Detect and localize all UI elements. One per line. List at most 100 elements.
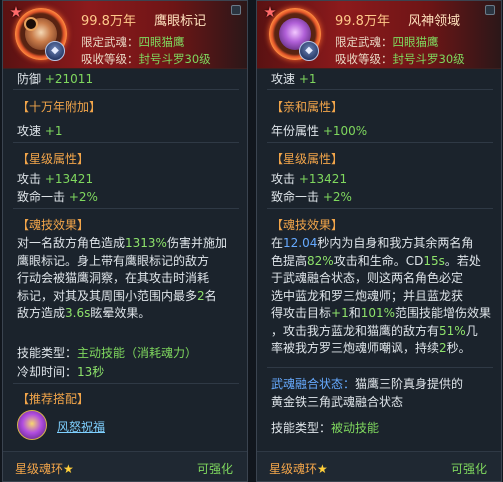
defense-value: +21011: [44, 72, 94, 86]
effect-line: 率被我方罗三炮魂师嘲讽，持续2秒。: [271, 341, 471, 355]
soul-ring-age: 99.8万年: [81, 14, 136, 29]
fusion-row: 武魂融合状态：猫鹰三阶真身提供的: [271, 375, 463, 392]
effect-line: 于武魂融合状态，则这两名角色必定: [271, 271, 464, 285]
skill-type-value: 主动技能（消耗魂力）: [77, 346, 198, 360]
section-title-recommend: 【推荐搭配】: [17, 392, 90, 406]
fusion-row-2: 黄金铁三角武魂融合状态: [271, 393, 403, 410]
star-badge-icon: ★: [9, 3, 23, 21]
skill-name: 鹰眼标记: [154, 14, 207, 29]
crit-row: 致命一击 +2%: [17, 188, 98, 205]
effect-line: 鹰眼标记。身上带有鹰眼标记的敌方: [17, 253, 210, 268]
attack-row: 攻击 +13421: [271, 170, 347, 187]
section-title-100k: 【十万年附加】: [17, 100, 102, 114]
year-attr-row: 年份属性 +100%: [271, 122, 367, 139]
divider: [267, 208, 493, 209]
absorb-label: 吸收等级：: [335, 52, 393, 66]
skill-type-row: 技能类型：主动技能（消耗魂力）: [17, 344, 197, 361]
enhance-button[interactable]: 可强化: [451, 460, 487, 477]
speed-label: 攻速: [271, 72, 296, 86]
crit-label: 致命一击: [271, 190, 320, 204]
card-footer: 星级魂环★ 可强化: [257, 451, 501, 481]
effect-line: 得攻击目标+1和101%范围技能增伤效果: [271, 306, 492, 320]
effect-line: 色提高82%攻击和生命。CD15s。若处: [271, 253, 481, 268]
attack-speed-value: +1: [44, 124, 63, 138]
fusion-text-2: 黄金铁三角武魂融合状态: [271, 395, 404, 409]
attack-label: 攻击: [17, 172, 42, 186]
cooldown-label: 冷却时间：: [17, 365, 78, 379]
star-ring-label: 星级魂环★: [269, 462, 328, 476]
divider: [267, 142, 493, 143]
support-link-row[interactable]: 风怒祝福: [57, 418, 105, 435]
attack-speed-label: 攻速: [17, 124, 42, 138]
limit-label: 限定武魂：: [81, 35, 139, 49]
section-title-effect: 【魂技效果】: [17, 218, 90, 232]
section-title-affinity: 【亲和属性】: [271, 100, 344, 114]
speed-row: 攻速 +1: [271, 70, 317, 87]
fusion-label: 武魂融合状态：: [271, 377, 356, 391]
wind-blessing-icon[interactable]: [17, 410, 47, 440]
absorb-row: 吸收等级：封号斗罗30级: [81, 51, 211, 67]
support-link[interactable]: 风怒祝福: [57, 420, 105, 434]
soul-ring-age: 99.8万年: [335, 14, 390, 29]
crit-label: 致命一击: [17, 190, 66, 204]
section-title-effect: 【魂技效果】: [271, 218, 344, 232]
divider: [13, 383, 239, 384]
divider: [13, 208, 239, 209]
skill-type-value: 被动技能: [331, 421, 380, 435]
effect-text: 对一名敌方角色造成1313%伤害并施加 鹰眼标记。身上带有鹰眼标记的敌方 行动会…: [17, 235, 239, 323]
card-header: ★ ◆ 99.8万年 鹰眼标记 限定武魂：四眼猫鹰 吸收等级：封号斗罗30级: [3, 1, 247, 69]
limit-value: 四眼猫鹰: [392, 35, 439, 49]
year-attr-value: +100%: [322, 124, 368, 138]
cooldown-row: 冷却时间：13秒: [17, 363, 104, 380]
card-title: 99.8万年 鹰眼标记: [81, 10, 206, 29]
attack-label: 攻击: [271, 172, 296, 186]
crit-value: +2%: [322, 190, 352, 204]
star-icon: ★: [317, 462, 328, 476]
effect-line: 行动会被猫鹰洞察，在其攻击时消耗: [17, 271, 210, 285]
skill-type-label: 技能类型：: [17, 346, 78, 360]
attack-value: +13421: [44, 172, 94, 186]
soul-ring-card-wind-domain: ★ ◆ 99.8万年 风神领域 限定武魂：四眼猫鹰 吸收等级：封号斗罗30级 攻…: [256, 0, 502, 482]
attack-value: +13421: [298, 172, 348, 186]
star-icon: ★: [63, 462, 74, 476]
section-title-star: 【星级属性】: [17, 152, 90, 166]
divider: [267, 89, 493, 90]
absorb-row: 吸收等级：封号斗罗30级: [335, 51, 465, 67]
owl-badge-icon: ◆: [299, 41, 319, 61]
divider: [267, 367, 493, 368]
crit-value: +2%: [68, 190, 98, 204]
divider: [13, 142, 239, 143]
absorb-value: 封号斗罗30级: [138, 52, 211, 66]
limit-row: 限定武魂：四眼猫鹰: [81, 34, 185, 50]
fusion-text-1: 猫鹰三阶真身提供的: [355, 377, 464, 391]
effect-line: 敌方造成3.6s眩晕效果。: [17, 306, 151, 320]
absorb-value: 封号斗罗30级: [392, 52, 465, 66]
divider: [13, 89, 239, 90]
card-title: 99.8万年 风神领域: [335, 10, 460, 29]
star-ring-label: 星级魂环★: [15, 462, 74, 476]
defense-label: 防御: [17, 72, 42, 86]
effect-line: 选中蓝龙和罗三炮魂师；并且蓝龙获: [271, 288, 464, 303]
enhance-button[interactable]: 可强化: [197, 460, 233, 477]
card-header: ★ ◆ 99.8万年 风神领域 限定武魂：四眼猫鹰 吸收等级：封号斗罗30级: [257, 1, 501, 69]
eye-icon: [26, 19, 36, 29]
section-title-star: 【星级属性】: [271, 152, 344, 166]
skill-type-label: 技能类型：: [271, 421, 332, 435]
limit-label: 限定武魂：: [335, 35, 393, 49]
skill-name: 风神领域: [408, 14, 461, 29]
pin-icon[interactable]: [485, 5, 495, 15]
card-footer: 星级魂环★ 可强化: [3, 451, 247, 481]
attack-row: 攻击 +13421: [17, 170, 93, 187]
effect-line: 对一名敌方角色造成1313%伤害并施加: [17, 236, 227, 250]
pin-icon[interactable]: [231, 5, 241, 15]
speed-value: +1: [298, 72, 317, 86]
cooldown-value: 13秒: [77, 365, 105, 379]
year-attr-label: 年份属性: [271, 124, 320, 138]
star-badge-icon: ★: [263, 3, 277, 21]
limit-row: 限定武魂：四眼猫鹰: [335, 34, 439, 50]
effect-line: 标记，对其及其周围小范围内最多2名: [17, 288, 217, 303]
effect-text: 在12.04秒内为自身和我方其余两名角 色提高82%攻击和生命。CD15s。若处…: [271, 235, 493, 358]
limit-value: 四眼猫鹰: [138, 35, 185, 49]
crit-row: 致命一击 +2%: [271, 188, 352, 205]
effect-line: 在12.04秒内为自身和我方其余两名角: [271, 236, 474, 250]
